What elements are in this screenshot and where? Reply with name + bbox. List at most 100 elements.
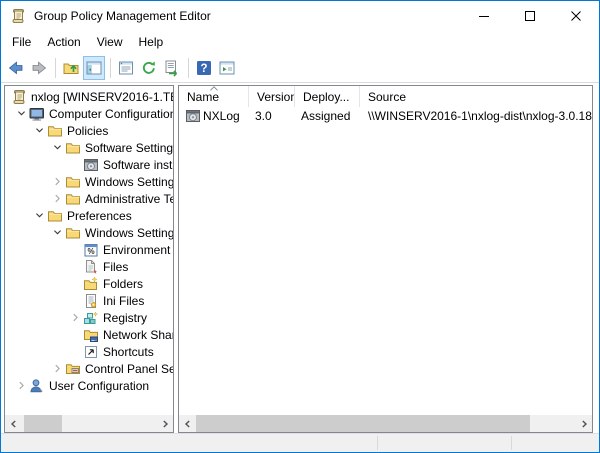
properties-button[interactable] [115, 56, 137, 80]
window-controls [461, 1, 599, 30]
menu-view[interactable]: View [89, 32, 131, 52]
up-one-level-button[interactable] [60, 56, 82, 80]
column-header-name[interactable]: Name [179, 86, 249, 107]
tree-item-files[interactable]: Files [5, 258, 173, 275]
help-icon: ? [195, 59, 213, 77]
computer-icon [29, 106, 45, 122]
back-button[interactable] [5, 56, 27, 80]
help-button[interactable]: ? [193, 56, 215, 80]
scrollbar-thumb[interactable] [24, 415, 62, 432]
tree-item-computer-configuration[interactable]: Computer Configuration [5, 105, 173, 122]
refresh-button[interactable] [138, 56, 160, 80]
svg-text:?: ? [200, 63, 207, 75]
export-list-button[interactable] [161, 56, 183, 80]
chevron-spacer [67, 157, 83, 173]
cell-deployment-text: Assigned [301, 109, 350, 123]
minimize-button[interactable] [461, 1, 507, 30]
ini-icon [83, 293, 99, 309]
list-horizontal-scrollbar [179, 415, 592, 432]
control-panel-icon [65, 361, 81, 377]
column-header-version[interactable]: Version [249, 86, 295, 107]
tree-item-shortcuts[interactable]: Shortcuts [5, 343, 173, 360]
toolbar-separator [110, 58, 111, 78]
menu-file[interactable]: File [4, 32, 39, 52]
tree-item-network-shares[interactable]: Network Shares [5, 326, 173, 343]
folder-up-icon [62, 59, 80, 77]
tree-item-software-installation[interactable]: Software installation [5, 156, 173, 173]
tree-item-ini-files[interactable]: Ini Files [5, 292, 173, 309]
table-row[interactable]: NXLog3.0Assigned\\WINSERV2016-1\nxlog-di… [179, 107, 592, 124]
tree-item-administrative-templates[interactable]: Administrative Templates [5, 190, 173, 207]
files-icon [83, 259, 99, 275]
tree-item-preferences[interactable]: Preferences [5, 207, 173, 224]
status-bar [1, 433, 599, 452]
chevron-collapsed-icon[interactable] [13, 378, 29, 394]
chevron-collapsed-icon[interactable] [49, 191, 65, 207]
titlebar: Group Policy Management Editor [1, 1, 599, 30]
close-button[interactable] [553, 1, 599, 30]
group-policy-editor-window: Group Policy Management Editor FileActio… [0, 0, 600, 453]
chevron-expanded-icon[interactable] [13, 106, 29, 122]
scroll-left-button[interactable] [5, 415, 22, 432]
new-window-button[interactable] [216, 56, 238, 80]
tree-item-label: Network Shares [103, 328, 173, 342]
tree-item-windows-settings[interactable]: Windows Settings [5, 224, 173, 241]
results-pane: NameVersionDeploy...Source NXLog3.0Assig… [178, 85, 593, 433]
scroll-left-button[interactable] [179, 415, 196, 432]
tree-item-nxlog-winserv2016-1-test[interactable]: nxlog [WINSERV2016-1.TEST [5, 88, 173, 105]
cell-source: \\WINSERV2016-1\nxlog-dist\nxlog-3.0.186… [360, 109, 592, 123]
tree-item-user-configuration[interactable]: User Configuration [5, 377, 173, 394]
tree-item-software-settings[interactable]: Software Settings [5, 139, 173, 156]
chevron-spacer [67, 344, 83, 360]
registry-icon [83, 310, 99, 326]
tree-item-label: Folders [103, 277, 145, 291]
chevron-expanded-icon[interactable] [31, 123, 47, 139]
menu-action[interactable]: Action [39, 32, 88, 52]
chevron-right-icon [160, 419, 170, 429]
scroll-right-button[interactable] [575, 415, 592, 432]
network-shares-icon [83, 327, 99, 343]
scroll-right-button[interactable] [156, 415, 173, 432]
tree-item-label: Ini Files [103, 294, 146, 308]
chevron-expanded-icon[interactable] [49, 140, 65, 156]
toolbar-separator [188, 58, 189, 78]
cell-version-text: 3.0 [255, 109, 272, 123]
chevron-expanded-icon[interactable] [49, 225, 65, 241]
chevron-spacer [67, 259, 83, 275]
column-header-deploy[interactable]: Deploy... [295, 86, 360, 107]
chevron-expanded-icon[interactable] [31, 208, 47, 224]
maximize-button[interactable] [507, 1, 553, 30]
show-console-tree-button[interactable] [83, 56, 105, 80]
chevron-collapsed-icon[interactable] [49, 174, 65, 190]
tree-item-environment[interactable]: % Environment [5, 241, 173, 258]
tree-item-label: Environment [103, 243, 172, 257]
column-label: Version [257, 90, 295, 104]
tree-item-label: Windows Settings [85, 226, 173, 240]
tree-item-policies[interactable]: Policies [5, 122, 173, 139]
column-label: Deploy... [303, 90, 349, 104]
close-glyph-icon [571, 11, 581, 21]
gpo-scroll-icon [11, 89, 27, 105]
tree-item-control-panel-settings[interactable]: Control Panel Settings [5, 360, 173, 377]
scrollbar-track[interactable] [196, 415, 575, 432]
refresh-icon [140, 59, 158, 77]
sort-ascending-icon [209, 86, 218, 91]
menu-help[interactable]: Help [131, 32, 172, 52]
console-tree: nxlog [WINSERV2016-1.TESTComputer Config… [5, 86, 173, 415]
tree-item-label: Registry [103, 311, 149, 325]
chevron-collapsed-icon[interactable] [67, 310, 83, 326]
tree-item-windows-settings[interactable]: Windows Settings [5, 173, 173, 190]
svg-text:%: % [87, 247, 94, 256]
shortcuts-icon [83, 344, 99, 360]
chevron-collapsed-icon[interactable] [49, 361, 65, 377]
scrollbar-track[interactable] [22, 415, 156, 432]
scrollbar-thumb[interactable] [196, 415, 530, 432]
export-list-icon [163, 59, 181, 77]
tree-item-registry[interactable]: Registry [5, 309, 173, 326]
tree-item-label: Software Settings [85, 141, 173, 155]
column-label: Name [187, 90, 219, 104]
forward-button[interactable] [28, 56, 50, 80]
tree-item-folders[interactable]: Folders [5, 275, 173, 292]
gpo-scroll-icon [10, 8, 26, 24]
column-header-source[interactable]: Source [360, 86, 592, 107]
